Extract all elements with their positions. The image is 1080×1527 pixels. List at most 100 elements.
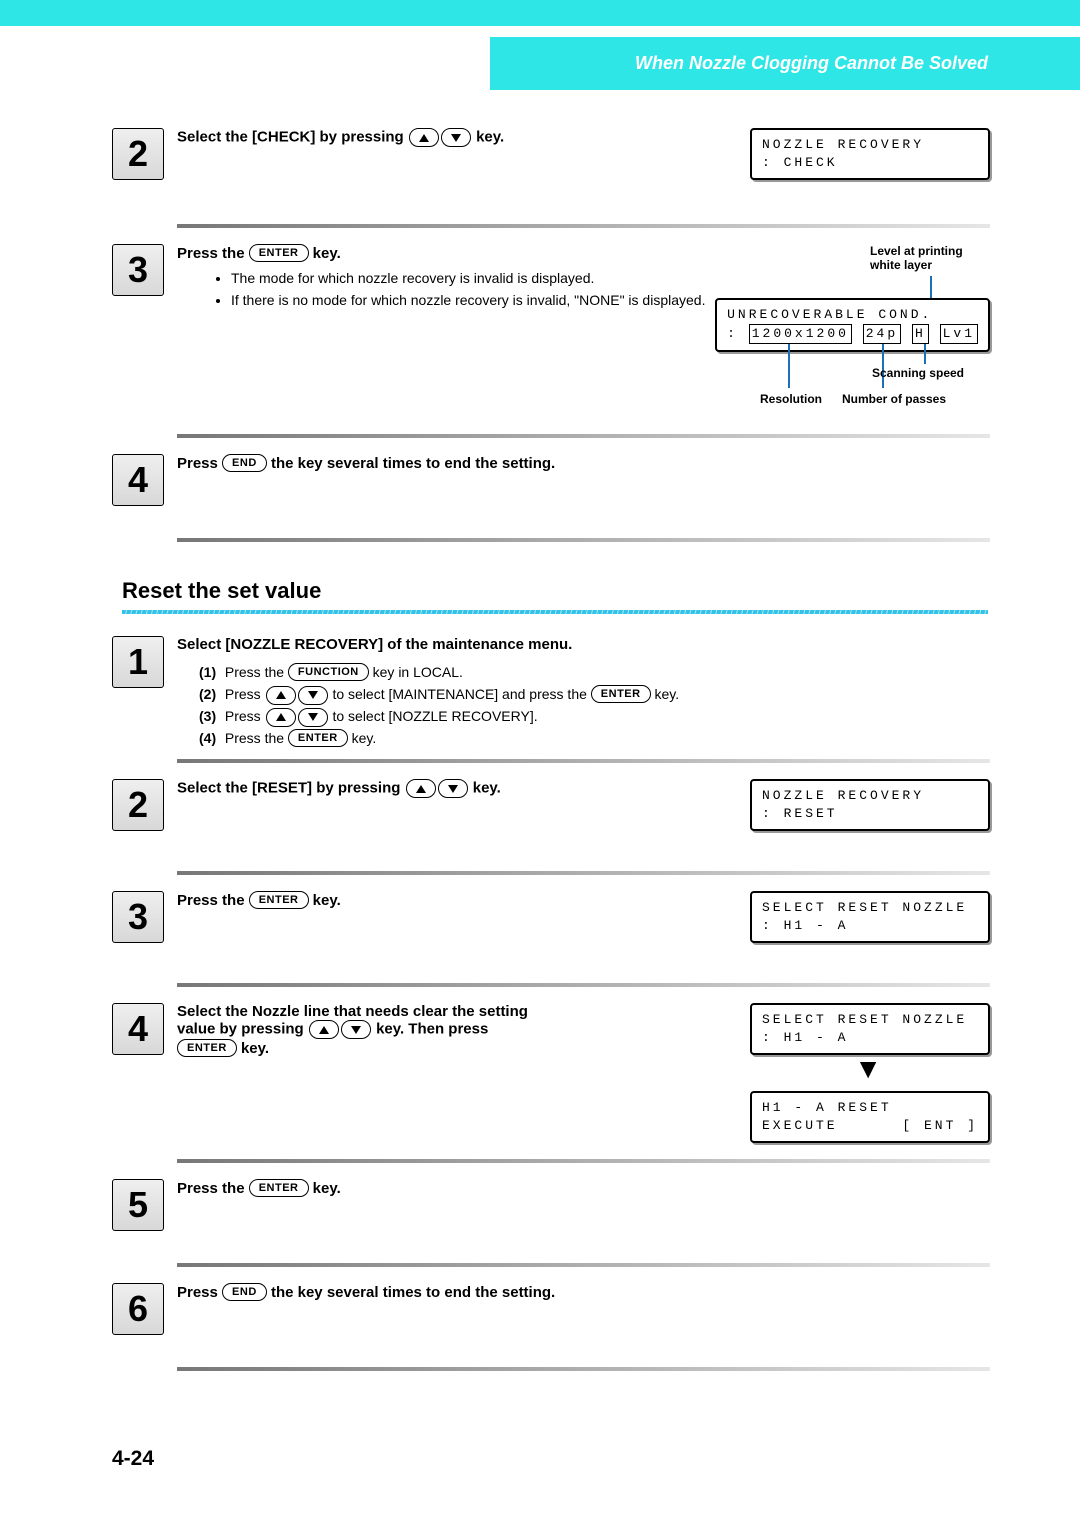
step-number: 2: [112, 128, 164, 180]
lcd-box: H: [912, 324, 929, 344]
substep: (4) Press the ENTER key.: [199, 727, 990, 749]
lcd-line: : H1 - A: [762, 917, 978, 935]
lcd-display: UNRECOVERABLE COND. : 1200x1200 24p H Lv…: [715, 298, 990, 352]
step-number: 1: [112, 636, 164, 688]
lcd-box: 24p: [863, 324, 901, 344]
enter-key-icon: ENTER: [249, 1179, 309, 1197]
divider: [177, 1367, 990, 1371]
enter-key-icon: ENTER: [249, 244, 309, 262]
text: the key several times to end the setting…: [271, 455, 555, 472]
idx: (4): [199, 727, 221, 749]
lcd-text: [ ENT ]: [902, 1117, 978, 1135]
enter-key-icon: ENTER: [288, 729, 348, 747]
step-number: 2: [112, 779, 164, 831]
up-down-keys-icon: [408, 128, 472, 147]
text: to select [MAINTENANCE] and press the: [332, 686, 590, 702]
divider: [177, 1159, 990, 1163]
text: key.: [241, 1040, 269, 1057]
text: key.: [313, 1180, 341, 1197]
divider: [177, 538, 990, 542]
lcd-line: NOZZLE RECOVERY: [762, 136, 978, 154]
enter-key-icon: ENTER: [177, 1039, 237, 1057]
function-key-icon: FUNCTION: [288, 663, 369, 681]
end-key-icon: END: [222, 1283, 267, 1301]
callout-line: [924, 344, 926, 364]
substep: (2) Press to select [MAINTENANCE] and pr…: [199, 683, 990, 705]
sec2-step3: 3 Press the ENTER key. SELECT RESET NOZZ…: [112, 891, 990, 943]
divider: [177, 224, 990, 228]
step-number: 4: [112, 454, 164, 506]
lcd-line: : H1 - A: [762, 1029, 978, 1047]
callout-scan: Scanning speed: [872, 366, 964, 380]
sec2-step1: 1 Select [NOZZLE RECOVERY] of the mainte…: [112, 636, 990, 749]
text: Select the [RESET] by pressing: [177, 779, 405, 796]
sec1-step3: 3 Press the ENTER key. The mode for whic…: [112, 244, 990, 424]
callout-line: [788, 344, 790, 388]
lcd-line: UNRECOVERABLE COND.: [727, 306, 978, 324]
text: Select the [CHECK] by pressing: [177, 128, 408, 145]
sec2-step6: 6 Press END the key several times to end…: [112, 1283, 990, 1335]
text: value by pressing: [177, 1020, 308, 1037]
idx: (1): [199, 661, 221, 683]
step-title: Select [NOZZLE RECOVERY] of the maintena…: [177, 636, 990, 653]
text: Press: [225, 708, 265, 724]
text: key.: [473, 779, 501, 796]
lcd-line: : CHECK: [762, 154, 978, 172]
lcd-display: SELECT RESET NOZZLE : H1 - A: [750, 1003, 990, 1055]
step-number: 3: [112, 244, 164, 296]
substep: (1) Press the FUNCTION key in LOCAL.: [199, 661, 990, 683]
lcd-line: EXECUTE [ ENT ]: [762, 1117, 978, 1135]
down-arrow-icon: ▼: [854, 1053, 882, 1085]
step-number: 3: [112, 891, 164, 943]
step-number: 5: [112, 1179, 164, 1231]
text: Press the: [177, 245, 249, 262]
sec1-step4: 4 Press END the key several times to end…: [112, 454, 990, 506]
sec1-step2: 2 Select the [CHECK] by pressing key. NO…: [112, 128, 990, 180]
up-down-keys-icon: [265, 708, 329, 727]
text: Press the: [177, 892, 249, 909]
heading-rule: [122, 610, 988, 614]
text: key. Then press: [376, 1020, 488, 1037]
text: key.: [313, 892, 341, 909]
text: to select [NOZZLE RECOVERY].: [332, 708, 537, 724]
enter-key-icon: ENTER: [591, 685, 651, 703]
up-down-keys-icon: [405, 779, 469, 798]
lcd-box: Lv1: [940, 324, 978, 344]
lcd-box: 1200x1200: [749, 324, 852, 344]
divider: [177, 434, 990, 438]
up-down-keys-icon: [308, 1020, 372, 1039]
text: Press the: [177, 1180, 249, 1197]
sec2-step4: 4 Select the Nozzle line that needs clea…: [112, 1003, 990, 1143]
divider: [177, 1263, 990, 1267]
text: key.: [654, 686, 679, 702]
up-down-keys-icon: [265, 686, 329, 705]
text: Select the Nozzle line that needs clear …: [177, 1003, 528, 1020]
text: Press the: [225, 730, 288, 746]
callout-resolution: Resolution: [760, 392, 822, 406]
lcd-display: NOZZLE RECOVERY : RESET: [750, 779, 990, 831]
idx: (2): [199, 683, 221, 705]
sec2-step2: 2 Select the [RESET] by pressing key. NO…: [112, 779, 990, 831]
divider: [177, 759, 990, 763]
end-key-icon: END: [222, 454, 267, 472]
text: Press: [225, 686, 265, 702]
text: key.: [352, 730, 377, 746]
lcd-line: H1 - A RESET: [762, 1099, 978, 1117]
text: Press: [177, 1284, 222, 1301]
lcd-line: : 1200x1200 24p H Lv1: [727, 324, 978, 344]
text: key.: [476, 128, 504, 145]
substep: (3) Press to select [NOZZLE RECOVERY].: [199, 705, 990, 727]
text: Press the: [225, 664, 288, 680]
lcd-display: SELECT RESET NOZZLE : H1 - A: [750, 891, 990, 943]
lcd-line: SELECT RESET NOZZLE: [762, 1011, 978, 1029]
lcd-display: NOZZLE RECOVERY : CHECK: [750, 128, 990, 180]
text: key.: [313, 245, 341, 262]
divider: [177, 983, 990, 987]
idx: (3): [199, 705, 221, 727]
page: When Nozzle Clogging Cannot Be Solved 2 …: [0, 0, 1080, 1527]
lcd-text: EXECUTE: [762, 1117, 838, 1135]
lcd-line: NOZZLE RECOVERY: [762, 787, 978, 805]
text: key in LOCAL.: [373, 664, 463, 680]
enter-key-icon: ENTER: [249, 891, 309, 909]
text: the key several times to end the setting…: [271, 1284, 555, 1301]
